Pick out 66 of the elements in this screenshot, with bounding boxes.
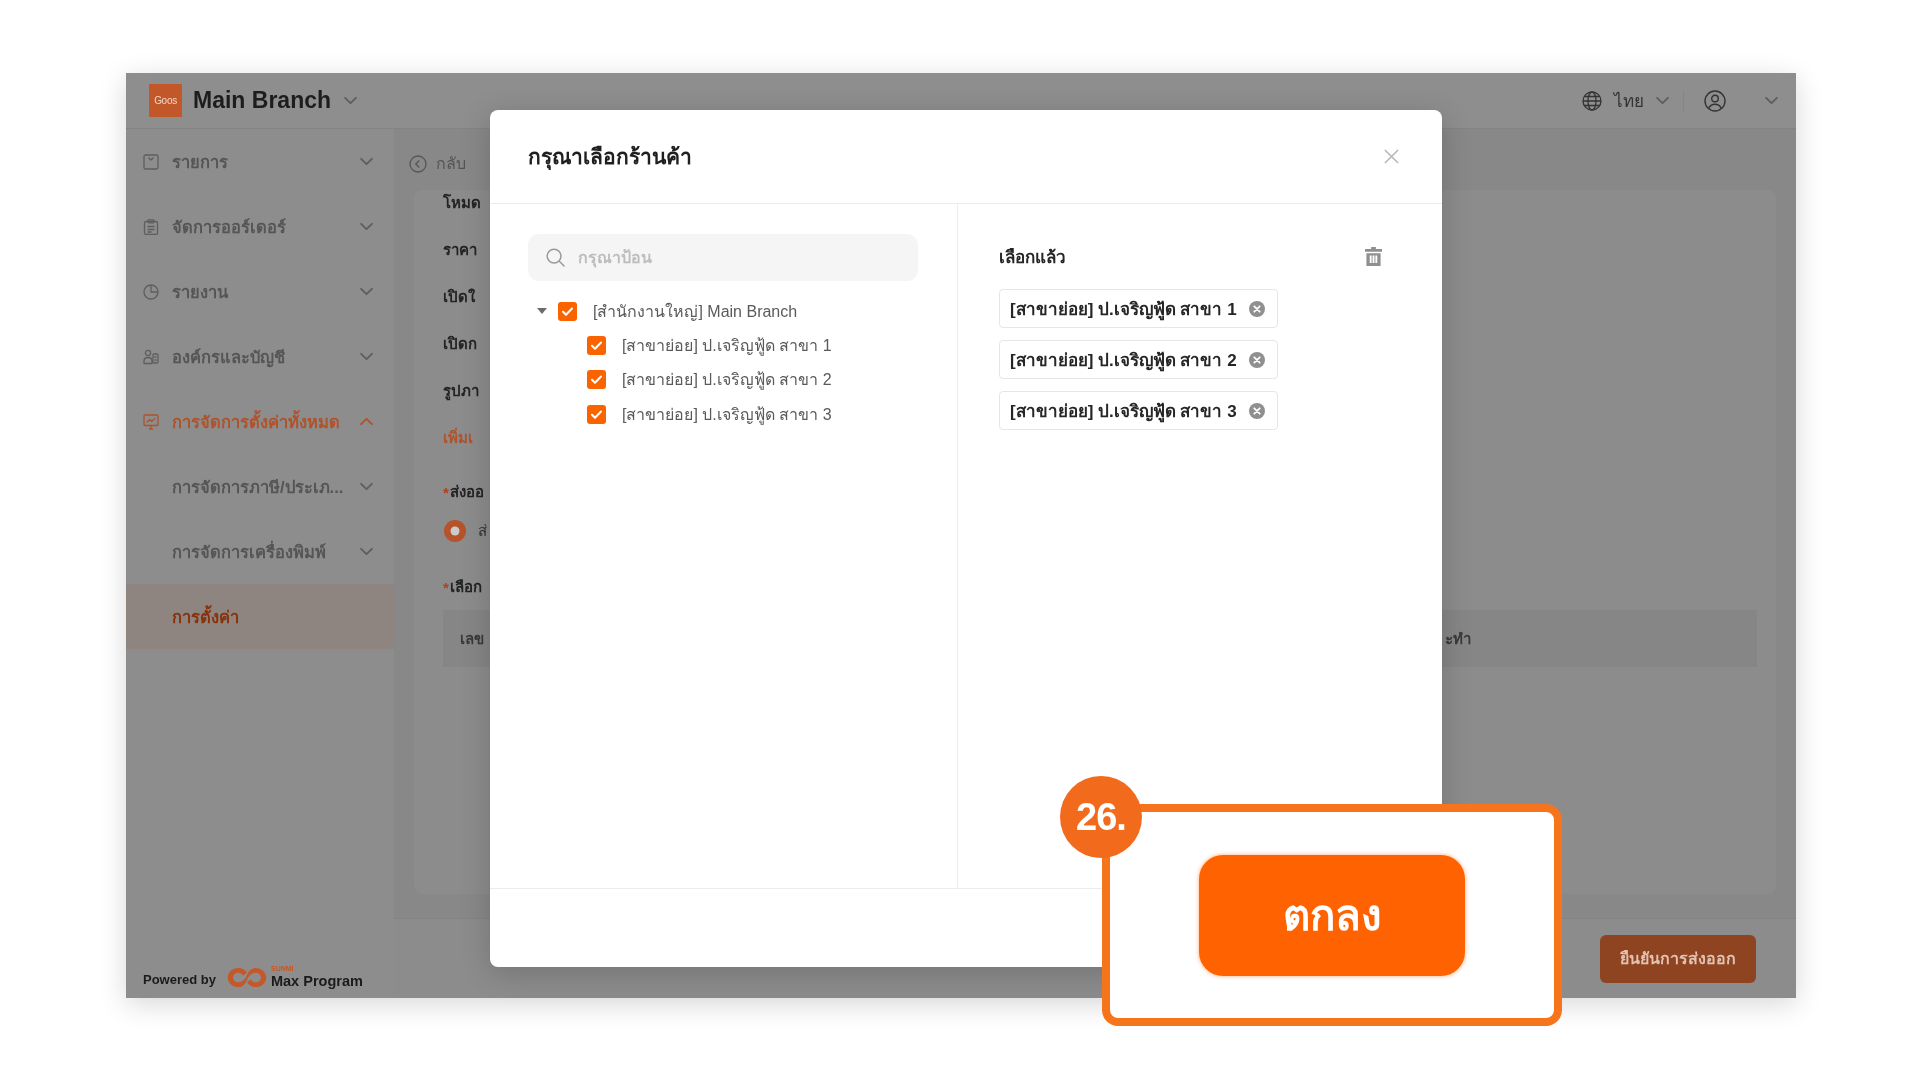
checkbox[interactable] [587,404,606,424]
text-link[interactable]: เพิ่มเ [443,425,473,451]
column-header: ะทำ [1445,628,1471,649]
checkbox[interactable] [558,301,577,321]
clear-circle-icon[interactable] [1248,351,1265,368]
caret-down-icon[interactable] [537,308,547,315]
chevron-down-icon [344,96,358,105]
form-label: เปิดใ [443,287,475,307]
sidebar-item[interactable]: การจัดการภาษี/ประเภ... [126,454,394,519]
tree-item-label[interactable]: [สาขาย่อย] ป.เจริญฟู้ด สาขา 1 [622,333,832,359]
chevron-down-icon[interactable] [360,287,373,296]
chevron-up-icon[interactable] [360,417,373,426]
monitor-chart-icon [143,413,159,430]
clear-circle-icon[interactable] [1248,402,1265,419]
chevron-down-icon[interactable] [360,547,373,556]
sidebar-item[interactable]: การจัดการตั้งค่าทั้งหมด [126,389,394,454]
form-label: โหมด [443,193,481,213]
confirm-export-button[interactable]: ยืนยันการส่งออก [1600,934,1756,983]
tree-item-label[interactable]: [สำนักงานใหญ่] Main Branch [593,298,798,324]
search-icon [546,248,565,267]
clipboard-icon [143,218,159,235]
sidebar-item[interactable]: จัดการออร์เดอร์ [126,194,394,259]
form-label: รูปภา [443,381,479,403]
tree-item-label[interactable]: [สาขาย่อย] ป.เจริญฟู้ด สาขา 2 [622,367,832,393]
powered-by-label: Powered by [143,972,216,987]
sidebar-item[interactable]: รายงาน [126,259,394,324]
tag-label: [สาขาย่อย] ป.เจริญฟู้ด สาขา 3 [1010,401,1237,424]
sidebar-item[interactable]: รายการ [126,129,394,194]
chevron-down-icon[interactable] [360,482,373,491]
chevron-down-icon[interactable] [360,352,373,361]
form-label: ราคา [443,240,477,260]
chevron-down-icon[interactable] [1656,96,1669,105]
chevron-down-icon[interactable] [360,157,373,166]
checkbox[interactable] [587,370,606,390]
form-label: *ส่งออ [443,482,484,503]
form-label: *เลือก [443,577,482,598]
sidebar-item[interactable]: การตั้งค่า [126,584,394,649]
chevron-down-icon[interactable] [1765,96,1778,105]
globe-icon[interactable] [1582,90,1602,111]
radio-button[interactable] [444,520,466,542]
search-field[interactable]: กรุณาป้อน [528,234,918,281]
tag-label: [สาขาย่อย] ป.เจริญฟู้ด สาขา 1 [1010,299,1237,322]
trash-icon[interactable] [1365,246,1382,266]
pie-chart-icon [143,283,159,300]
tree-item-label[interactable]: [สาขาย่อย] ป.เจริญฟู้ด สาขา 3 [622,401,832,427]
clear-circle-icon[interactable] [1248,300,1265,317]
person-card-icon [143,348,159,365]
tray-icon [143,153,159,170]
tag-label: [สาขาย่อย] ป.เจริญฟู้ด สาขา 2 [1010,350,1237,373]
branch-selector[interactable]: Main Branch [193,87,358,114]
sidebar-item[interactable]: การจัดการเครื่องพิมพ์ [126,519,394,584]
column-header: เลข [460,628,484,649]
modal-title: กรุณาเลือกร้านค้า [528,144,692,172]
chevron-down-icon[interactable] [360,222,373,231]
language-selector[interactable]: ไทย [1614,87,1644,114]
checkbox[interactable] [587,336,606,356]
user-circle-icon[interactable] [1704,89,1726,112]
close-icon[interactable] [1384,149,1399,164]
back-circle-icon [409,154,427,173]
ok-button[interactable]: ตกลง [1199,854,1465,976]
form-label: เปิดก [443,334,477,354]
brand-name: Max Program [270,973,363,990]
selected-heading: เลือกแล้ว [999,246,1066,269]
radio-label: ส่ [478,521,487,541]
sidebar-item[interactable]: องค์กรและบัญชี [126,324,394,389]
logo: Goos [149,84,182,117]
